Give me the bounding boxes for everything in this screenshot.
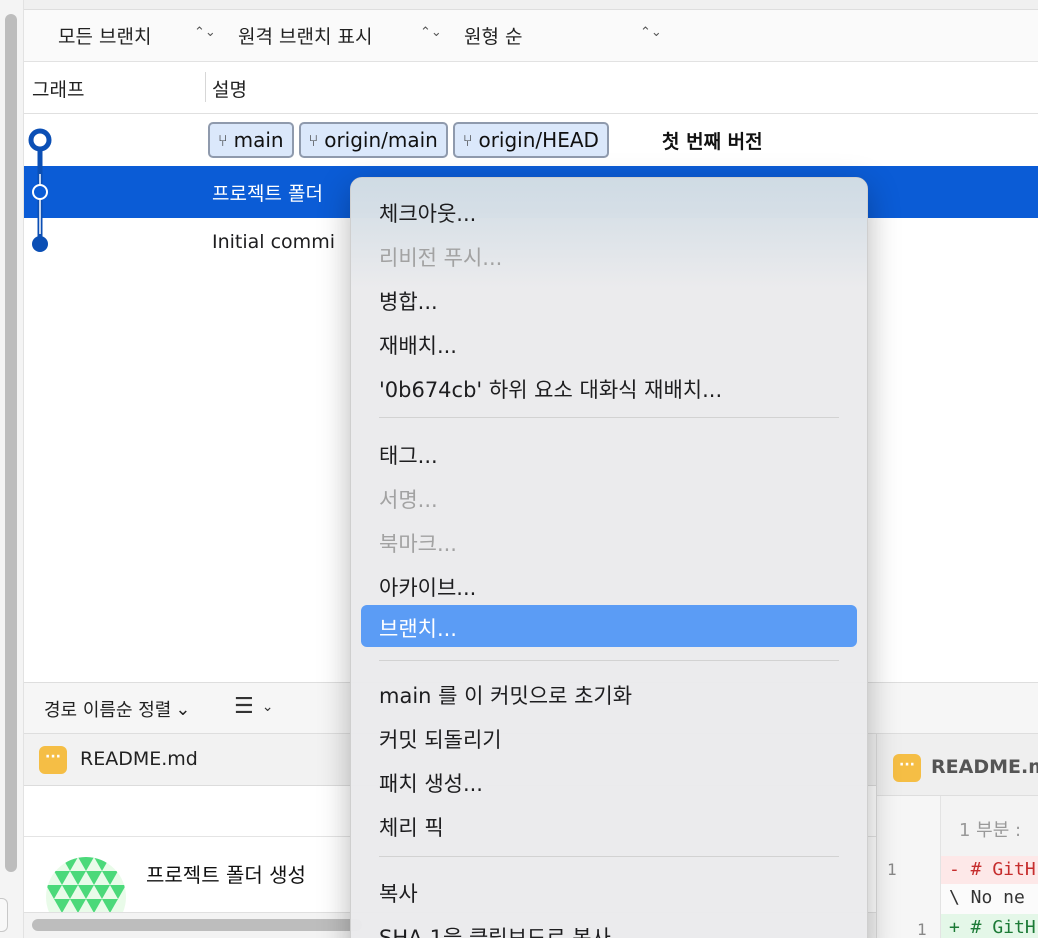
scrollbar-thumb[interactable] — [5, 14, 17, 872]
chevron-down-icon: ⌄ — [261, 698, 274, 715]
menu-item-archive[interactable]: 아카이브... — [361, 564, 857, 606]
graph-node[interactable] — [32, 184, 48, 200]
menu-item-cherry-pick[interactable]: 체리 픽 — [361, 804, 857, 846]
menu-item-revert-commit[interactable]: 커밋 되돌리기 — [361, 716, 857, 758]
remote-filter-select[interactable]: 원격 브랜치 표시 ⌃⌄ — [238, 22, 442, 49]
menu-item-label: 체크아웃... — [379, 202, 477, 226]
commit-title: Initial commi — [212, 231, 335, 253]
graph-node[interactable] — [32, 236, 48, 252]
chevron-down-icon: ⌄ — [175, 698, 191, 720]
menu-item-label: 커밋 되돌리기 — [379, 728, 502, 752]
hunk-header: 1 부분 : — [941, 796, 1038, 856]
scrollbar-thumb[interactable] — [32, 919, 362, 931]
line-number-gutter: 1 1 — [877, 796, 941, 938]
sort-dropdown[interactable]: 경로 이름순 정렬 ⌄ — [44, 696, 190, 722]
diff-line-text: - # GitH — [949, 859, 1036, 880]
menu-item-label: 아카이브... — [379, 576, 477, 600]
menu-item-copy[interactable]: 복사 — [361, 870, 857, 912]
menu-item-label: '0b674cb' 하위 요소 대화식 재배치... — [379, 378, 723, 402]
branch-icon: ⑂ — [308, 130, 319, 150]
column-divider[interactable] — [205, 72, 206, 102]
graph-lines — [28, 128, 52, 252]
branch-badge[interactable]: ⑂ origin/HEAD — [452, 122, 609, 158]
menu-item-label: 리비전 푸시... — [379, 246, 503, 270]
menu-item-checkout[interactable]: 체크아웃... — [361, 190, 857, 232]
diff-line-text: \ No ne — [949, 887, 1025, 908]
hunk-label: 1 부분 : — [959, 820, 1022, 841]
branch-badge-label: origin/HEAD — [478, 128, 599, 152]
updown-chevron-icon: ⌃⌄ — [194, 25, 216, 40]
branch-badge-label: main — [233, 128, 284, 152]
menu-item-label: main 를 이 커밋으로 초기화 — [379, 684, 633, 708]
updown-chevron-icon: ⌃⌄ — [640, 25, 662, 40]
menu-item-label: 병합... — [379, 290, 438, 314]
commit-graph — [24, 114, 64, 274]
menu-separator — [379, 660, 839, 661]
menu-item-label: 재배치... — [379, 334, 457, 358]
menu-item-label: SHA-1을 클립보드로 복사 — [379, 926, 611, 938]
diff-panel: ··· README.m 1 1 1 부분 : - # GitH \ No ne… — [876, 734, 1038, 938]
menu-item-label: 패치 생성... — [379, 772, 483, 796]
file-name: README.md — [80, 748, 198, 770]
diff-line-removed: - # GitH — [941, 856, 1038, 884]
file-modified-icon: ··· — [893, 754, 921, 782]
menu-item-reset-main[interactable]: main 를 이 커밋으로 초기화 — [361, 672, 857, 714]
ref-badges: ⑂ main ⑂ origin/main ⑂ origin/HEAD — [208, 122, 609, 158]
list-view-button[interactable]: ☰ ⌄ — [234, 694, 273, 719]
updown-chevron-icon: ⌃⌄ — [420, 25, 442, 40]
sort-label: 경로 이름순 정렬 — [44, 700, 172, 721]
menu-item-push-revision: 리비전 푸시... — [361, 234, 857, 276]
menu-item-label: 브랜치... — [379, 617, 457, 641]
list-icon: ☰ — [234, 694, 254, 719]
sidebar-scrollbar[interactable] — [0, 0, 24, 938]
file-modified-icon: ··· — [39, 746, 67, 774]
menu-item-copy-sha[interactable]: SHA-1을 클립보드로 복사 — [361, 914, 857, 938]
branch-icon: ⑂ — [462, 130, 473, 150]
commit-title: 첫 번째 버전 — [662, 131, 763, 153]
filter-bar: 모든 브랜치 ⌃⌄ 원격 브랜치 표시 ⌃⌄ 원형 순 ⌃⌄ — [24, 10, 1038, 62]
commit-detail-title: 프로젝트 폴더 생성 — [146, 863, 306, 887]
remote-filter-label: 원격 브랜치 표시 — [238, 26, 373, 48]
branch-filter-select[interactable]: 모든 브랜치 ⌃⌄ — [58, 22, 216, 49]
commit-context-menu: 체크아웃... 리비전 푸시... 병합... 재배치... '0b674cb'… — [350, 177, 868, 938]
menu-separator — [379, 417, 839, 418]
diff-file-header: ··· README.m — [877, 734, 1038, 796]
commit-title: 프로젝트 폴더 — [212, 183, 323, 205]
branch-badge[interactable]: ⑂ main — [208, 122, 294, 158]
description-column-header[interactable]: 설명 — [212, 75, 247, 102]
menu-item-create-patch[interactable]: 패치 생성... — [361, 760, 857, 802]
diff-line-added: + # GitH — [941, 914, 1038, 938]
menu-item-tag[interactable]: 태그... — [361, 432, 857, 474]
menu-item-label: 서명... — [379, 488, 438, 512]
commit-row[interactable]: ⑂ main ⑂ origin/main ⑂ origin/HEAD 첫 번째 버전 — [24, 114, 1038, 166]
sidebar-corner — [0, 898, 8, 932]
menu-item-branch[interactable]: 브랜치... — [361, 605, 857, 647]
branch-icon: ⑂ — [218, 130, 228, 150]
graph-column-header[interactable]: 그래프 — [32, 75, 84, 102]
branch-badge[interactable]: ⑂ origin/main — [298, 122, 448, 158]
menu-item-bookmark: 북마크... — [361, 520, 857, 562]
window-top-edge — [24, 0, 1038, 10]
graph-node-head[interactable] — [28, 128, 52, 152]
commit-column-header: 그래프 설명 — [24, 62, 1038, 114]
menu-item-merge[interactable]: 병합... — [361, 278, 857, 320]
order-filter-label: 원형 순 — [464, 26, 523, 48]
old-line-number: 1 — [887, 860, 897, 879]
branch-filter-label: 모든 브랜치 — [58, 26, 152, 48]
menu-item-label: 체리 픽 — [379, 816, 444, 840]
menu-item-label: 복사 — [379, 882, 418, 906]
new-line-number: 1 — [917, 920, 927, 938]
order-filter-select[interactable]: 원형 순 ⌃⌄ — [464, 22, 662, 49]
menu-item-label: 북마크... — [379, 532, 457, 556]
menu-separator — [379, 856, 839, 857]
diff-line-text: + # GitH — [949, 917, 1036, 938]
diff-file-name: README.m — [931, 756, 1038, 778]
diff-line-note: \ No ne — [941, 884, 1038, 912]
menu-item-rebase[interactable]: 재배치... — [361, 322, 857, 364]
branch-badge-label: origin/main — [324, 128, 438, 152]
menu-item-interactive-rebase[interactable]: '0b674cb' 하위 요소 대화식 재배치... — [361, 366, 857, 408]
menu-item-label: 태그... — [379, 444, 438, 468]
menu-item-sign: 서명... — [361, 476, 857, 518]
